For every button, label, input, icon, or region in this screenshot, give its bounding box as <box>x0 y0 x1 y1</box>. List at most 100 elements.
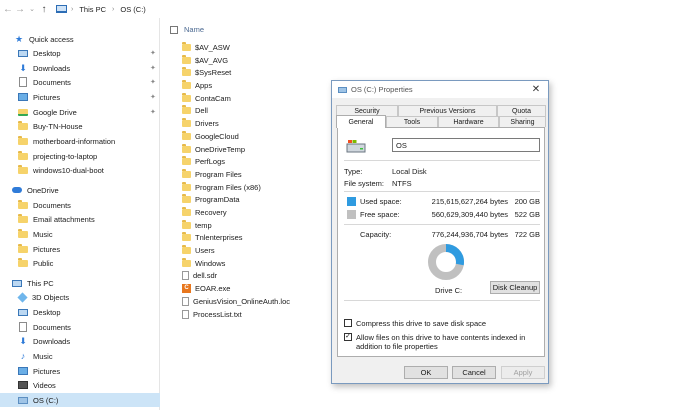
divider <box>344 224 540 225</box>
nav-onedrive[interactable]: OneDrive <box>0 183 160 197</box>
nav-item-folder[interactable]: Documents <box>0 198 160 212</box>
folder-icon <box>182 220 191 229</box>
file-row[interactable]: Apps <box>182 79 212 92</box>
back-arrow-icon[interactable]: ← <box>2 4 14 15</box>
nav-item-downloads[interactable]: ⬇ Downloads ✦ <box>0 61 160 75</box>
file-name: GoogleCloud <box>195 132 239 141</box>
cancel-button[interactable]: Cancel <box>452 366 496 379</box>
nav-label: Downloads <box>33 336 71 346</box>
nav-item-desktop[interactable]: Desktop ✦ <box>0 46 160 60</box>
file-row[interactable]: Dell <box>182 104 208 117</box>
breadcrumb-drive[interactable]: OS (C:) <box>120 5 145 14</box>
text-file-icon <box>182 310 189 319</box>
pictures-icon <box>18 367 28 375</box>
folder-icon <box>18 213 28 223</box>
file-name: temp <box>195 221 212 230</box>
file-row[interactable]: C EOAR.exe <box>182 282 230 295</box>
close-icon[interactable]: ✕ <box>524 84 548 95</box>
3d-objects-icon <box>17 291 28 303</box>
type-label: Type: <box>344 167 363 176</box>
file-row[interactable]: $SysReset <box>182 66 231 79</box>
file-row[interactable]: Recovery <box>182 206 227 219</box>
nav-item-documents[interactable]: Documents ✦ <box>0 75 160 89</box>
download-icon: ⬇ <box>19 62 27 73</box>
compress-checkbox[interactable] <box>344 319 352 327</box>
column-header-name[interactable]: Name <box>170 25 204 34</box>
file-system-label: File system: <box>344 179 385 188</box>
nav-item-pictures[interactable]: Pictures ✦ <box>0 90 160 104</box>
nav-item-folder[interactable]: Buy-TN-House <box>0 119 160 133</box>
file-row[interactable]: dell.sdr <box>182 269 217 282</box>
file-row[interactable]: Drivers <box>182 117 219 130</box>
nav-item-os-drive[interactable]: OS (C:) <box>0 393 160 407</box>
tab-sharing[interactable]: Sharing <box>499 116 546 127</box>
select-all-checkbox[interactable] <box>170 25 178 34</box>
nav-item-pictures[interactable]: Pictures <box>0 364 160 378</box>
folder-icon <box>182 55 191 64</box>
pin-icon: ✦ <box>150 50 156 57</box>
nav-label: Google Drive <box>33 107 77 117</box>
file-row[interactable]: Program Files <box>182 168 242 181</box>
nav-item-downloads[interactable]: ⬇ Downloads <box>0 334 160 348</box>
file-row[interactable]: GeniusVision_OnlineAuth.loc <box>182 295 290 308</box>
capacity-label: Capacity: <box>360 230 392 239</box>
drive-icon <box>338 86 347 93</box>
folder-icon <box>18 243 28 253</box>
drive-icon <box>18 396 28 404</box>
nav-this-pc[interactable]: This PC <box>0 276 160 290</box>
nav-item-3d-objects[interactable]: 3D Objects <box>0 290 160 304</box>
properties-dialog: OS (C:) Properties ✕ Security Previous V… <box>331 80 549 384</box>
nav-label: Downloads <box>33 63 71 73</box>
nav-item-folder[interactable]: windows10-dual-boot <box>0 163 160 177</box>
google-drive-folder-icon <box>18 108 28 116</box>
file-name: EOAR.exe <box>195 284 231 293</box>
folder-icon <box>182 93 191 102</box>
nav-item-videos[interactable]: Videos <box>0 378 160 392</box>
nav-item-folder[interactable]: Music <box>0 227 160 241</box>
ok-button[interactable]: OK <box>404 366 448 379</box>
file-row[interactable]: ProgramData <box>182 193 240 206</box>
nav-item-folder[interactable]: Email attachments <box>0 212 160 226</box>
folder-icon <box>182 105 191 114</box>
breadcrumb: › This PC › OS (C:) <box>71 5 146 14</box>
videos-icon <box>18 381 28 389</box>
folder-icon <box>182 67 191 76</box>
nav-quick-access[interactable]: ★ Quick access <box>0 32 160 46</box>
breadcrumb-this-pc[interactable]: This PC <box>79 5 106 14</box>
file-row[interactable]: GoogleCloud <box>182 130 239 143</box>
drive-name-input[interactable]: OS <box>392 138 540 152</box>
used-space-label: Used space: <box>360 197 402 206</box>
file-row[interactable]: ProcessList.txt <box>182 308 242 321</box>
tab-quota[interactable]: Quota <box>497 105 546 116</box>
file-row[interactable]: Tnlenterprises <box>182 231 243 244</box>
index-checkbox[interactable]: ✓ <box>344 333 352 341</box>
file-row[interactable]: PerfLogs <box>182 155 225 168</box>
nav-item-folder[interactable]: Public <box>0 256 160 270</box>
folder-icon <box>182 182 191 191</box>
up-arrow-icon[interactable]: ↑ <box>38 4 50 15</box>
nav-item-folder[interactable]: motherboard-information <box>0 134 160 148</box>
file-row[interactable]: Users <box>182 244 215 257</box>
nav-item-documents[interactable]: Documents <box>0 320 160 334</box>
nav-label: 3D Objects <box>32 292 70 302</box>
dialog-titlebar[interactable]: OS (C:) Properties ✕ <box>332 81 548 98</box>
nav-item-folder[interactable]: projecting-to-laptop <box>0 149 160 163</box>
tab-hardware[interactable]: Hardware <box>438 116 499 127</box>
free-space-label: Free space: <box>360 210 400 219</box>
forward-arrow-icon[interactable]: → <box>14 4 26 15</box>
nav-item-music[interactable]: ♪ Music <box>0 349 160 363</box>
nav-label: Pictures <box>33 92 61 102</box>
desktop-icon <box>18 308 28 316</box>
folder-icon <box>182 232 191 241</box>
tab-tools[interactable]: Tools <box>386 116 438 127</box>
nav-item-google-drive[interactable]: Google Drive ✦ <box>0 105 160 119</box>
file-row[interactable]: $AV_ASW <box>182 41 230 54</box>
nav-item-folder[interactable]: Pictures <box>0 242 160 256</box>
nav-label: windows10-dual-boot <box>33 165 104 175</box>
disk-cleanup-button[interactable]: Disk Cleanup <box>490 281 540 294</box>
recent-chevron-icon[interactable]: ⌄ <box>26 5 38 13</box>
tab-general[interactable]: General <box>336 115 386 128</box>
tab-previous-versions[interactable]: Previous Versions <box>398 105 497 116</box>
nav-item-desktop[interactable]: Desktop <box>0 305 160 319</box>
navigation-pane[interactable]: ★ Quick access Desktop ✦ ⬇ Downloads ✦ D… <box>0 18 160 410</box>
